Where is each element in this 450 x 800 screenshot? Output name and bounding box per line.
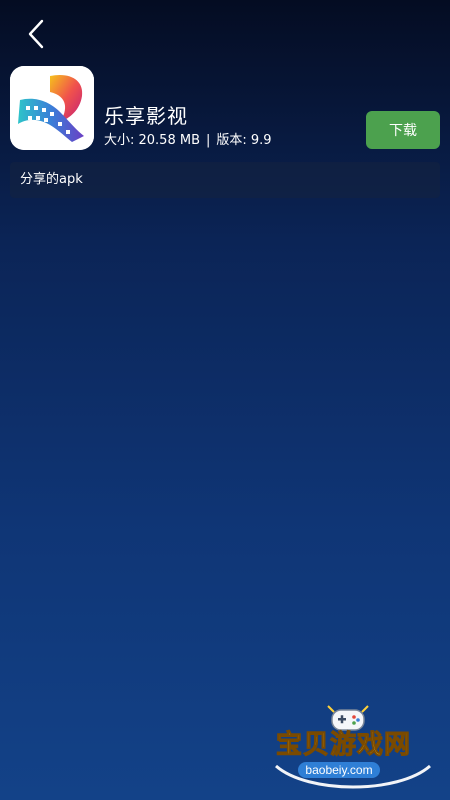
app-name: 乐享影视 bbox=[104, 104, 188, 128]
app-info-row: 乐享影视 大小: 20.58 MB | 版本: 9.9 下载 bbox=[10, 66, 440, 150]
download-button[interactable]: 下载 bbox=[366, 111, 440, 149]
watermark-title: 宝贝游戏网 bbox=[275, 730, 412, 761]
description-text: 分享的apk bbox=[20, 172, 83, 187]
film-strip-app-icon[interactable] bbox=[10, 66, 94, 150]
app-meta: 大小: 20.58 MB | 版本: 9.9 bbox=[104, 132, 272, 150]
meta-separator: | bbox=[206, 133, 211, 148]
chevron-left-icon bbox=[26, 19, 46, 49]
app-version: 版本: 9.9 bbox=[216, 133, 272, 148]
watermark-logo: 宝贝游戏网 baobeiy.com bbox=[268, 700, 438, 796]
watermark-url: baobeiy.com bbox=[298, 762, 380, 778]
back-button[interactable] bbox=[18, 16, 54, 52]
app-size: 大小: 20.58 MB bbox=[104, 133, 200, 148]
description-card: 分享的apk bbox=[10, 162, 440, 198]
